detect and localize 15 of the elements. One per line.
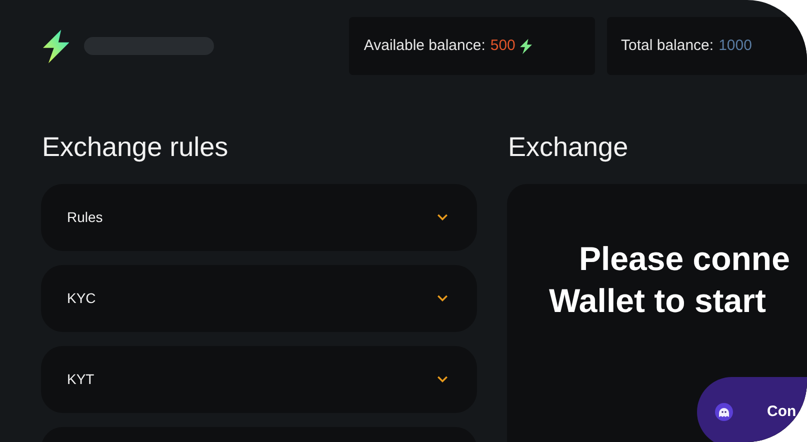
ghost-icon: [715, 403, 733, 421]
lightning-logo-icon: [43, 28, 70, 64]
connect-message: Please conne: [579, 239, 791, 279]
section-heading: Exchange rules: [42, 131, 230, 164]
accordion-item[interactable]: Rules: [41, 184, 477, 251]
balance-label: Total balance:: [621, 36, 714, 56]
connect-message: Wallet to start: [549, 281, 767, 321]
accordion-item[interactable]: KYT: [41, 346, 477, 413]
accordion-item[interactable]: KYC: [41, 265, 477, 332]
balance-value: 1000: [718, 36, 752, 56]
lightning-icon: [520, 38, 532, 54]
connect-wallet-button[interactable]: Con: [697, 377, 807, 442]
section-heading: Exchange: [508, 131, 630, 164]
balance-value: 500: [490, 36, 516, 56]
balance-label: Available balance:: [364, 36, 486, 56]
